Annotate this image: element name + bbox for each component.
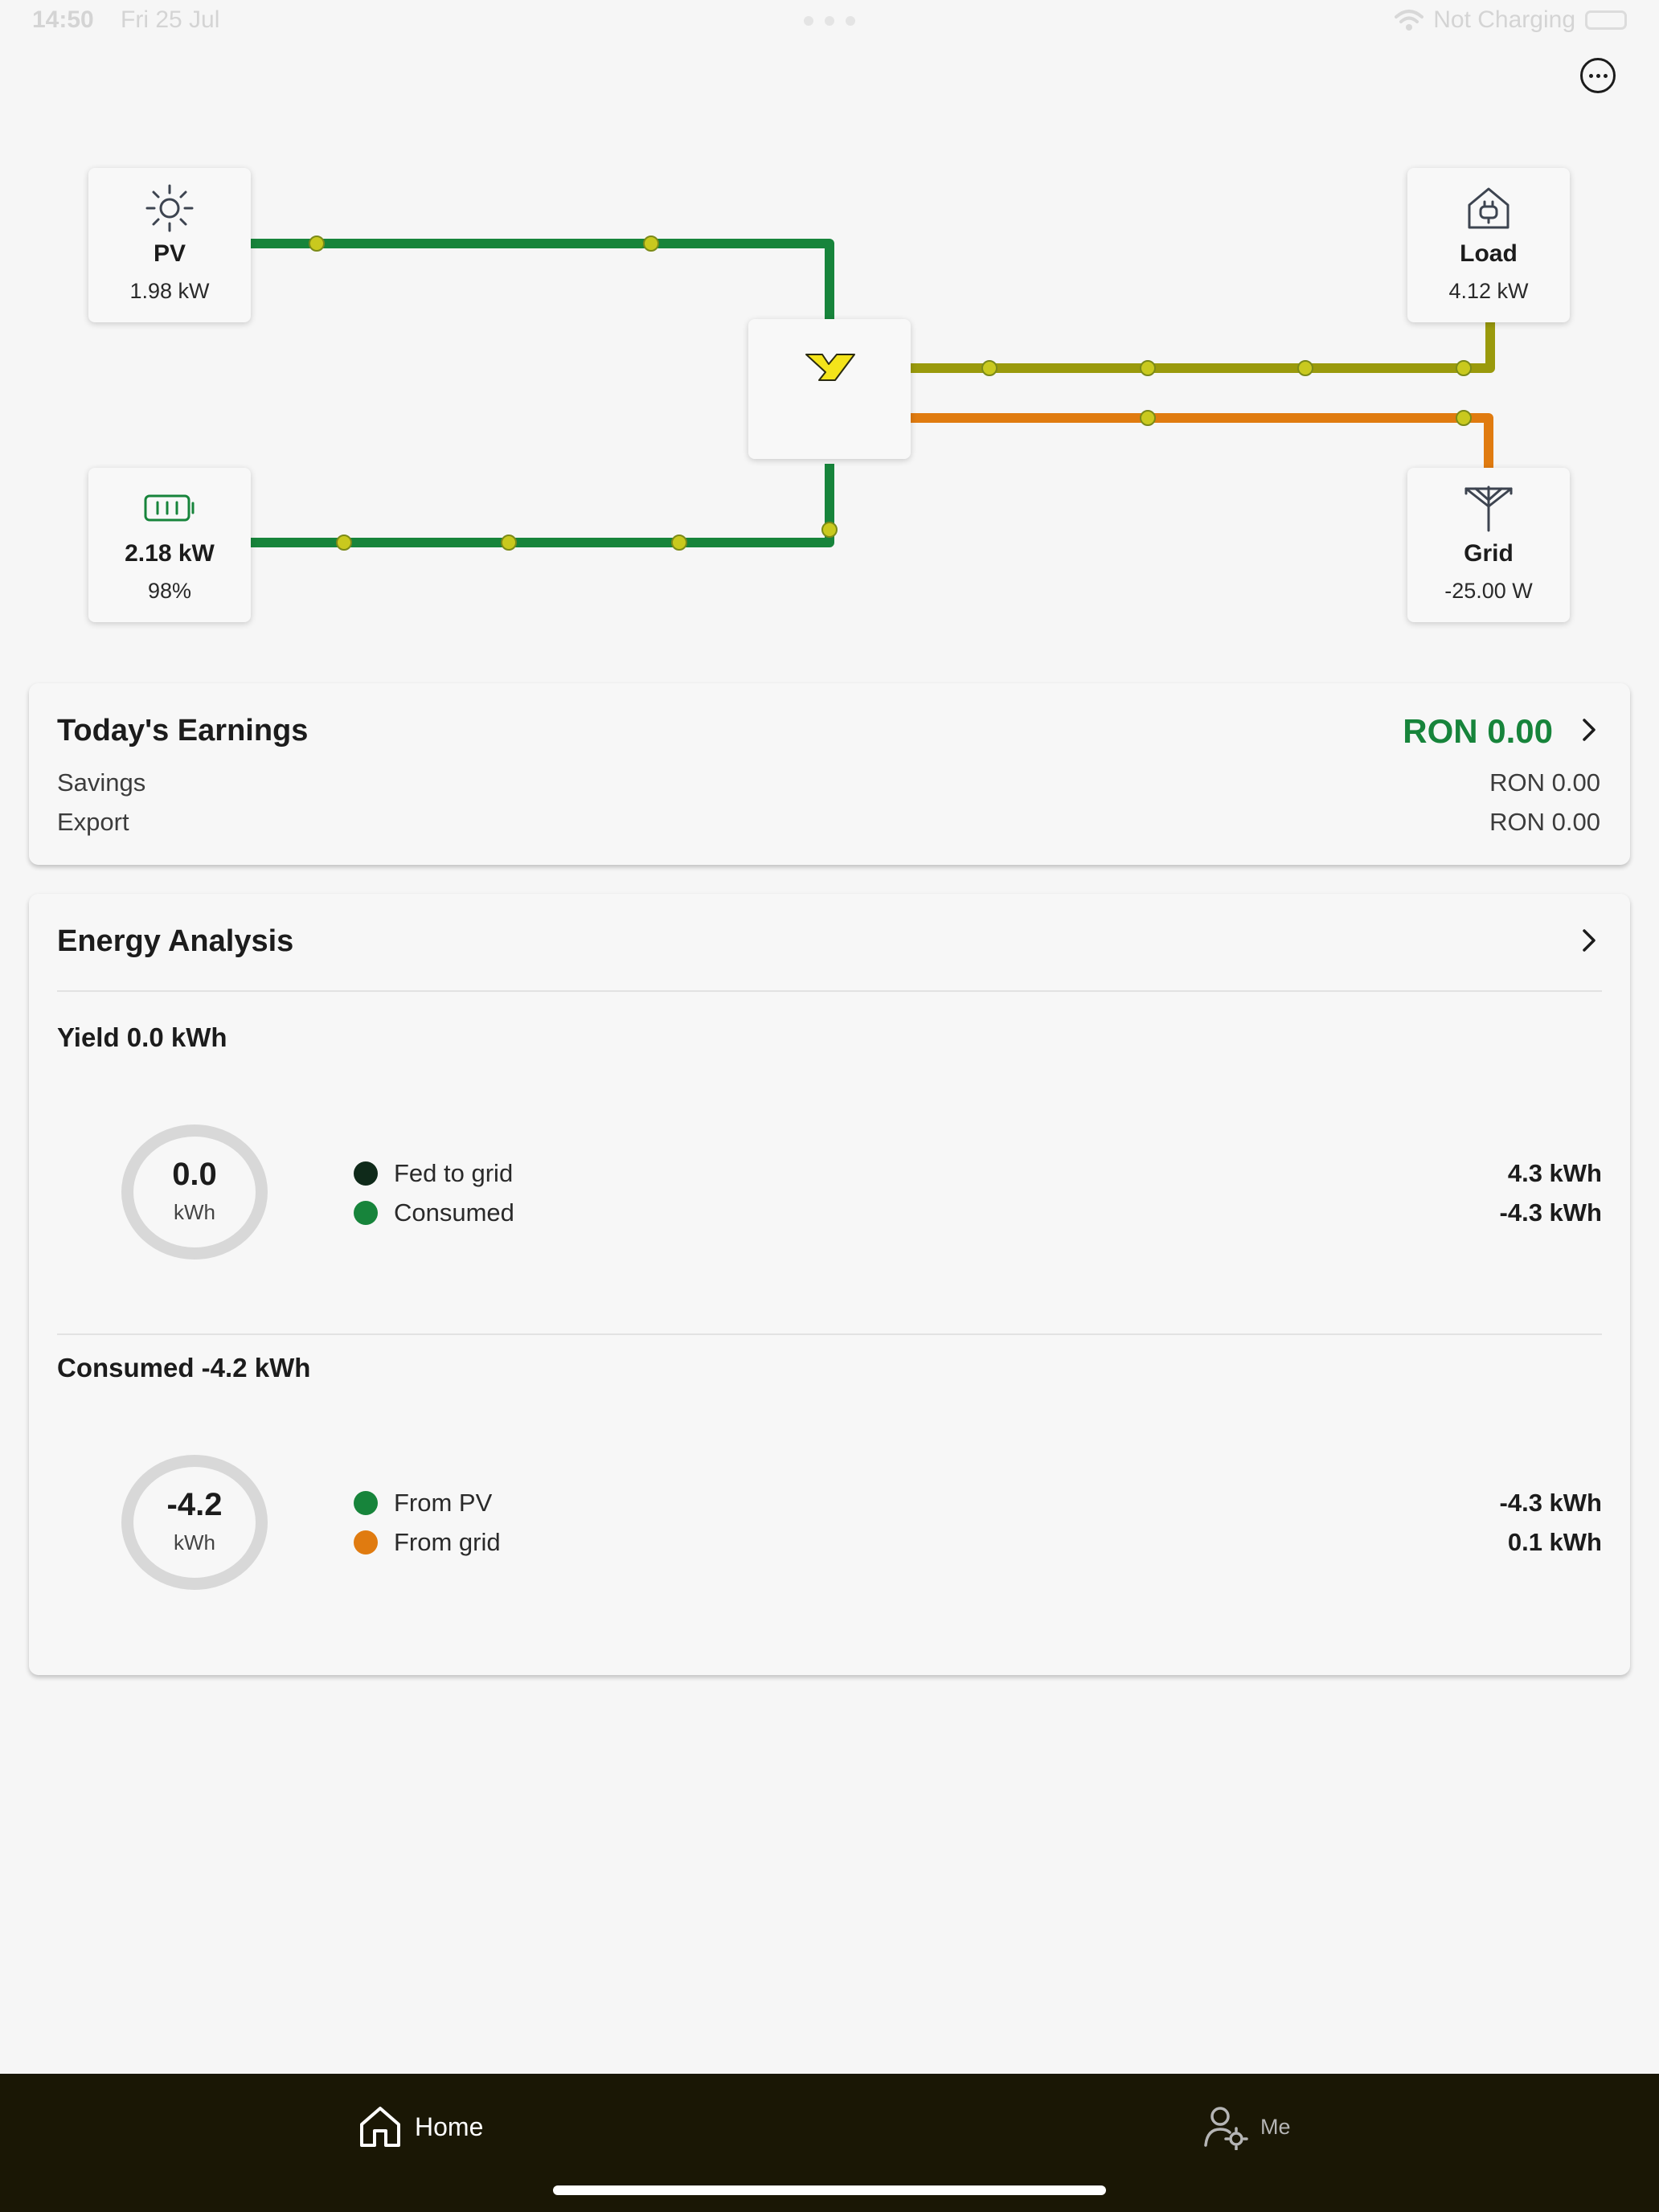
divider [57,1333,1602,1335]
yield-ring: 0.0 kWh [121,1124,268,1260]
battery-percent: 98% [147,579,192,603]
legend-dot [354,1201,378,1225]
home-indicator[interactable] [553,2185,1106,2195]
nav-home-label: Home [415,2112,484,2141]
yield-ring-value: 0.0 [172,1157,217,1192]
export-label: Export [57,808,129,836]
chevron-right-icon[interactable] [1573,924,1605,956]
pv-value: 1.98 kW [129,279,210,303]
user-settings-icon [1204,2107,1248,2150]
battery-icon [144,494,195,522]
flow-dot [1456,410,1472,426]
flow-dot [336,535,352,551]
grid-flow-line [911,413,1493,469]
energy-analysis-title: Energy Analysis [57,924,294,958]
consumed-ring-unit: kWh [174,1530,215,1555]
legend-row-consumed: Consumed -4.3 kWh [354,1197,1602,1229]
pylon-icon [1464,485,1513,532]
legend-dot [354,1530,378,1555]
export-value: RON 0.00 [1489,808,1600,836]
grid-value: -25.00 W [1444,579,1533,603]
legend-dot [354,1161,378,1186]
yield-ring-unit: kWh [174,1200,215,1224]
legend-label: Consumed [394,1198,514,1227]
pv-title: PV [153,240,186,267]
consumed-title: Consumed -4.2 kWh [57,1353,311,1382]
flow-dot [501,535,517,551]
earnings-card[interactable]: Today's Earnings RON 0.00 Savings RON 0.… [29,683,1630,865]
nav-me-label: Me [1260,2114,1291,2139]
flow-dot [1297,360,1313,376]
pv-flow-line [251,239,834,319]
legend-label: From PV [394,1489,493,1517]
legend-value: -4.3 kWh [1499,1489,1602,1517]
battery-flow-line [251,464,834,547]
flow-dot [309,236,325,252]
savings-label: Savings [57,768,146,797]
earnings-title: Today's Earnings [57,714,309,748]
divider [57,990,1602,992]
battery-node[interactable]: 2.18 kW 98% [88,468,251,622]
grid-title: Grid [1464,540,1514,567]
yield-title: Yield 0.0 kWh [57,1022,227,1052]
legend-row-from-grid: From grid 0.1 kWh [354,1526,1602,1559]
sun-icon [145,184,194,232]
legend-value: 0.1 kWh [1507,1528,1602,1556]
consumed-ring-value: -4.2 [166,1487,223,1522]
flow-dot [1140,410,1156,426]
nav-home[interactable]: Home [357,2103,483,2151]
savings-value: RON 0.00 [1489,768,1600,797]
load-flow-line [911,322,1495,373]
legend-row-from-pv: From PV -4.3 kWh [354,1487,1602,1519]
grid-node[interactable]: Grid -25.00 W [1407,468,1570,622]
legend-label: Fed to grid [394,1159,514,1187]
energy-analysis-card[interactable]: Energy Analysis Yield 0.0 kWh 0.0 kWh Fe… [29,894,1630,1675]
flow-dot [671,535,687,551]
legend-value: 4.3 kWh [1507,1159,1602,1187]
brand-logo-icon [805,354,855,381]
legend-dot [354,1491,378,1515]
flow-dot [981,360,997,376]
earnings-total: RON 0.00 [1403,712,1553,750]
home-icon [360,2107,400,2147]
inverter-node[interactable] [748,319,911,459]
nav-me[interactable]: Me [1202,2103,1291,2151]
load-value: 4.12 kW [1448,279,1529,303]
pv-node[interactable]: PV 1.98 kW [88,168,251,322]
flow-dot [1456,360,1472,376]
flow-dot [1140,360,1156,376]
battery-power: 2.18 kW [125,540,215,567]
flow-dot [821,522,838,538]
house-plug-icon [1468,187,1509,229]
chevron-right-icon[interactable] [1573,714,1605,746]
legend-label: From grid [394,1528,501,1556]
load-title: Load [1460,240,1518,267]
load-node[interactable]: Load 4.12 kW [1407,168,1570,322]
flow-dot [643,236,659,252]
legend-value: -4.3 kWh [1499,1198,1602,1227]
consumed-ring: -4.2 kWh [121,1455,268,1590]
legend-row-fed-to-grid: Fed to grid 4.3 kWh [354,1157,1602,1190]
